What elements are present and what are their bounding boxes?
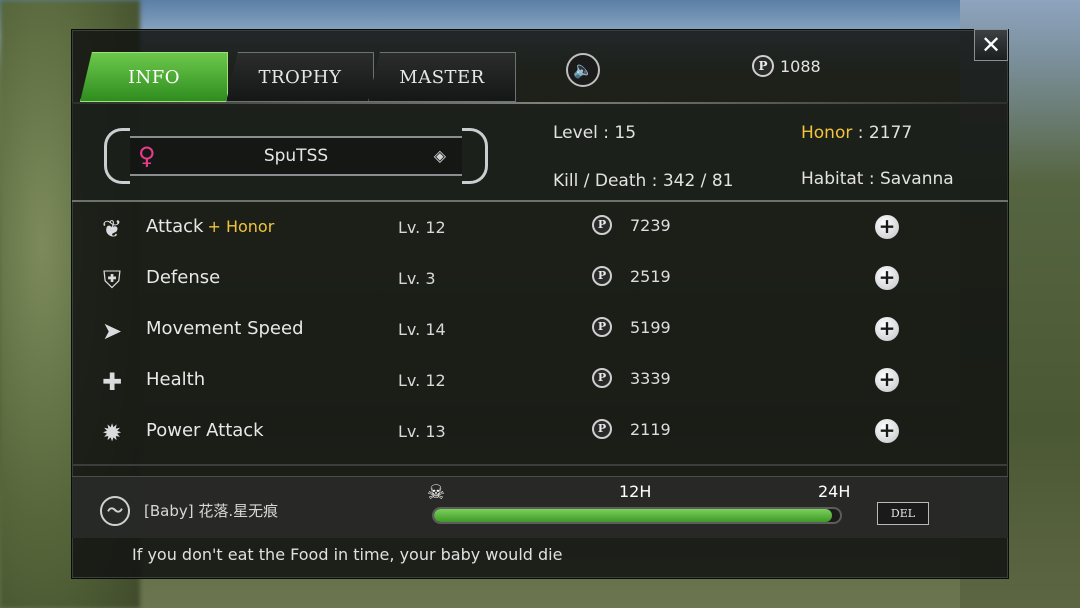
upgrade-plus-button[interactable]: +: [875, 266, 899, 290]
cost-value: 7239: [630, 215, 671, 235]
baby-icon: 〜: [100, 496, 130, 526]
skull-icon: ☠: [427, 480, 445, 504]
kills-value: 342: [662, 171, 696, 191]
frame-bracket-right: [462, 128, 488, 184]
coin-icon: P: [752, 55, 774, 77]
upgrade-cost: P 3339: [592, 368, 671, 388]
honor-stat: Honor : 2177: [801, 123, 913, 143]
coin-icon: P: [592, 266, 612, 286]
player-name-frame: ♀ SpuTSS ◈: [104, 128, 488, 184]
upgrade-cost: P 2119: [592, 419, 671, 439]
cross-icon: ✚: [101, 368, 123, 396]
speaker-icon[interactable]: 🔈: [566, 53, 600, 87]
coin-icon: P: [592, 368, 612, 388]
honor-bonus-label: + Honor: [207, 217, 275, 236]
level-value: 15: [614, 123, 637, 143]
kd-label: Kill / Death: [553, 171, 647, 191]
coin-icon: P: [592, 317, 612, 337]
coin-icon: P: [592, 419, 612, 439]
rows-bottom-divider: [72, 464, 1008, 466]
upgrade-cost: P 7239: [592, 215, 671, 235]
habitat-value: Savanna: [880, 169, 954, 189]
upgrade-plus-button[interactable]: +: [875, 317, 899, 341]
cost-value: 2519: [630, 266, 671, 286]
coin-count: 1088: [780, 56, 821, 76]
upgrade-plus-button[interactable]: +: [875, 215, 899, 239]
cost-value: 2119: [630, 419, 671, 439]
player-name: SpuTSS: [263, 146, 329, 166]
diamond-icon: ◈: [433, 146, 446, 165]
upgrade-label: Attack: [146, 216, 204, 237]
baby-name: [Baby] 花落.星无痕: [144, 502, 279, 520]
upgrade-row-movement-speed: ➤ Movement Speed Lv. 14 P 5199 +: [72, 305, 1008, 355]
kill-death-stat: Kill / Death : 342 / 81: [553, 171, 734, 191]
upgrade-level: Lv. 12: [398, 218, 446, 237]
upgrade-level: Lv. 3: [398, 269, 436, 288]
wing-icon: ➤: [101, 317, 123, 345]
honor-label: Honor: [801, 123, 853, 143]
rows-divider: [72, 200, 1008, 202]
upgrade-name: Power Attack: [146, 420, 264, 441]
tab-info[interactable]: INFO: [80, 52, 228, 102]
upgrade-level: Lv. 13: [398, 422, 446, 441]
upgrade-row-health: ✚ Health Lv. 12 P 3339 +: [72, 356, 1008, 406]
time-24h-label: 24H: [818, 482, 851, 501]
time-12h-label: 12H: [619, 482, 652, 501]
claw-icon: ❦: [101, 215, 123, 243]
upgrade-cost: P 2519: [592, 266, 671, 286]
deaths-value: 81: [711, 171, 734, 191]
level-label: Level: [553, 123, 598, 143]
upgrade-name: Defense: [146, 267, 221, 288]
upgrade-level: Lv. 14: [398, 320, 446, 339]
frame-bracket-left: [104, 128, 130, 184]
close-button[interactable]: ✕: [974, 29, 1008, 61]
upgrade-level: Lv. 12: [398, 371, 446, 390]
tab-trophy[interactable]: TROPHY: [226, 52, 374, 102]
coin-balance: P 1088: [752, 55, 821, 77]
upgrade-cost: P 5199: [592, 317, 671, 337]
habitat-stat: Habitat : Savanna: [801, 169, 954, 189]
habitat-label: Habitat: [801, 169, 864, 189]
upgrade-plus-button[interactable]: +: [875, 419, 899, 443]
level-stat: Level : 15: [553, 123, 637, 143]
honor-value: 2177: [868, 123, 913, 143]
baby-food-progress-fill: [434, 509, 832, 522]
upgrade-row-power-attack: ✹ Power Attack Lv. 13 P 2119 +: [72, 407, 1008, 457]
upgrade-plus-button[interactable]: +: [875, 368, 899, 392]
upgrade-name: Movement Speed: [146, 318, 304, 339]
burst-icon: ✹: [101, 419, 123, 447]
coin-icon: P: [592, 215, 612, 235]
cost-value: 3339: [630, 368, 671, 388]
baby-food-progress: [432, 507, 842, 524]
upgrade-row-attack: ❦ Attack + Honor Lv. 12 P 7239 +: [72, 203, 1008, 253]
shield-icon: ⛨: [103, 266, 121, 294]
cost-value: 5199: [630, 317, 671, 337]
player-name-box: ♀ SpuTSS ◈: [130, 136, 462, 176]
footer-message: If you don't eat the Food in time, your …: [132, 545, 563, 564]
delete-button[interactable]: DEL: [877, 502, 929, 525]
upgrade-row-defense: ⛨ Defense Lv. 3 P 2519 +: [72, 254, 1008, 304]
upgrade-name: Health: [146, 369, 206, 390]
upgrade-name: Attack + Honor: [146, 216, 274, 237]
tab-master[interactable]: MASTER: [368, 52, 516, 102]
